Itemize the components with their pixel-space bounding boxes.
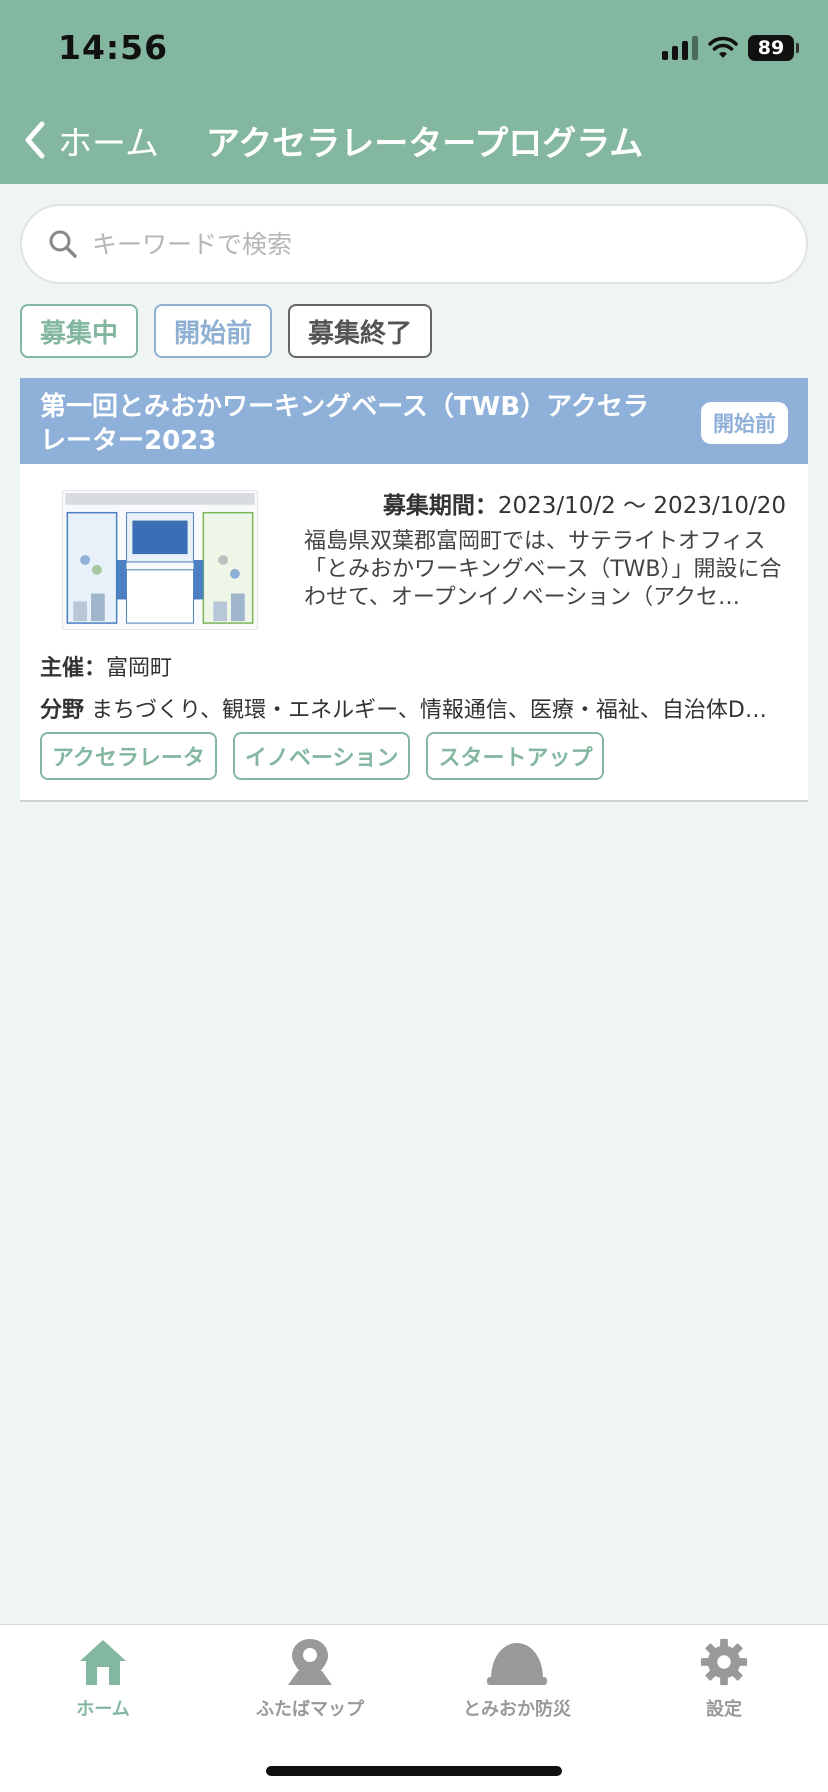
gear-icon: [700, 1638, 748, 1686]
tab-tomioka-disaster[interactable]: とみおか防災: [417, 1637, 617, 1721]
back-label: ホーム: [58, 123, 159, 164]
program-thumbnail: [62, 490, 258, 630]
status-badge: 開始前: [701, 402, 788, 444]
field-row: 分野 まちづくり、観環・エネルギー、情報通信、医療・福祉、自治体D…: [40, 692, 800, 724]
filter-chip-before-start[interactable]: 開始前: [154, 304, 273, 358]
tab-label-settings: 設定: [706, 1699, 742, 1720]
header: 14:56 89 ホーム アクセラレータープログラム: [0, 0, 828, 184]
filter-chip-recruiting[interactable]: 募集中: [20, 304, 139, 358]
status-icons: 89: [662, 34, 799, 62]
period-label: 募集期間：: [382, 493, 498, 519]
card-description: 福島県双葉郡富岡町では、サテライトオフィス「とみおかワーキングベース（TWB）」…: [304, 529, 782, 610]
program-card[interactable]: 第一回とみおかワーキングベース（TWB）アクセラレーター2023 開始前 募集期…: [20, 378, 808, 802]
tag-accelerator[interactable]: アクセラレータ: [40, 732, 217, 780]
field-value: まちづくり、観環・エネルギー、情報通信、医療・福祉、自治体D…: [91, 698, 767, 723]
search-icon: [49, 230, 77, 258]
organizer-value: 富岡町: [106, 656, 173, 681]
card-header: 第一回とみおかワーキングベース（TWB）アクセラレーター2023 開始前: [20, 378, 808, 464]
period-value: 2023/10/2 〜 2023/10/20: [497, 493, 786, 519]
tab-home[interactable]: ホーム: [3, 1637, 203, 1721]
organizer: 主催：富岡町: [40, 650, 172, 682]
organizer-label: 主催：: [40, 656, 107, 681]
field-label: 分野: [40, 698, 85, 723]
cellular-signal-icon: [662, 36, 698, 60]
card-title: 第一回とみおかワーキングベース（TWB）アクセラレーター2023: [40, 392, 649, 456]
filter-chip-ended[interactable]: 募集終了: [288, 304, 433, 358]
tab-label-disaster: とみおか防災: [463, 1699, 571, 1720]
tab-label-home: ホーム: [76, 1699, 130, 1720]
page-title: アクセラレータープログラム: [206, 124, 644, 164]
wifi-icon: [708, 36, 738, 58]
screen: 14:56 89 ホーム アクセラレータープログラム 募集: [0, 0, 828, 1792]
tab-label-map: ふたばマップ: [256, 1699, 364, 1720]
chevron-left-icon: [25, 121, 45, 159]
status-time: 14:56: [58, 28, 169, 67]
battery-indicator: 89: [748, 35, 799, 61]
home-indicator[interactable]: [266, 1766, 562, 1776]
filter-chips: 募集中 開始前 募集終了: [20, 304, 433, 358]
tag-list: アクセラレータ イノベーション スタートアップ: [40, 732, 605, 780]
tab-futaba-map[interactable]: ふたばマップ: [210, 1637, 410, 1721]
search-input[interactable]: [92, 229, 732, 259]
battery-level: 89: [757, 37, 785, 59]
tab-settings[interactable]: 設定: [624, 1637, 824, 1721]
map-pin-icon: [288, 1639, 332, 1685]
back-button[interactable]: ホーム: [22, 118, 159, 164]
helmet-icon: [487, 1643, 547, 1685]
recruitment-period: 募集期間：2023/10/2 〜 2023/10/20: [383, 486, 786, 520]
home-icon: [80, 1640, 126, 1685]
search-bar[interactable]: [20, 204, 808, 284]
tag-innovation[interactable]: イノベーション: [232, 732, 411, 780]
tag-startup[interactable]: スタートアップ: [426, 732, 605, 780]
